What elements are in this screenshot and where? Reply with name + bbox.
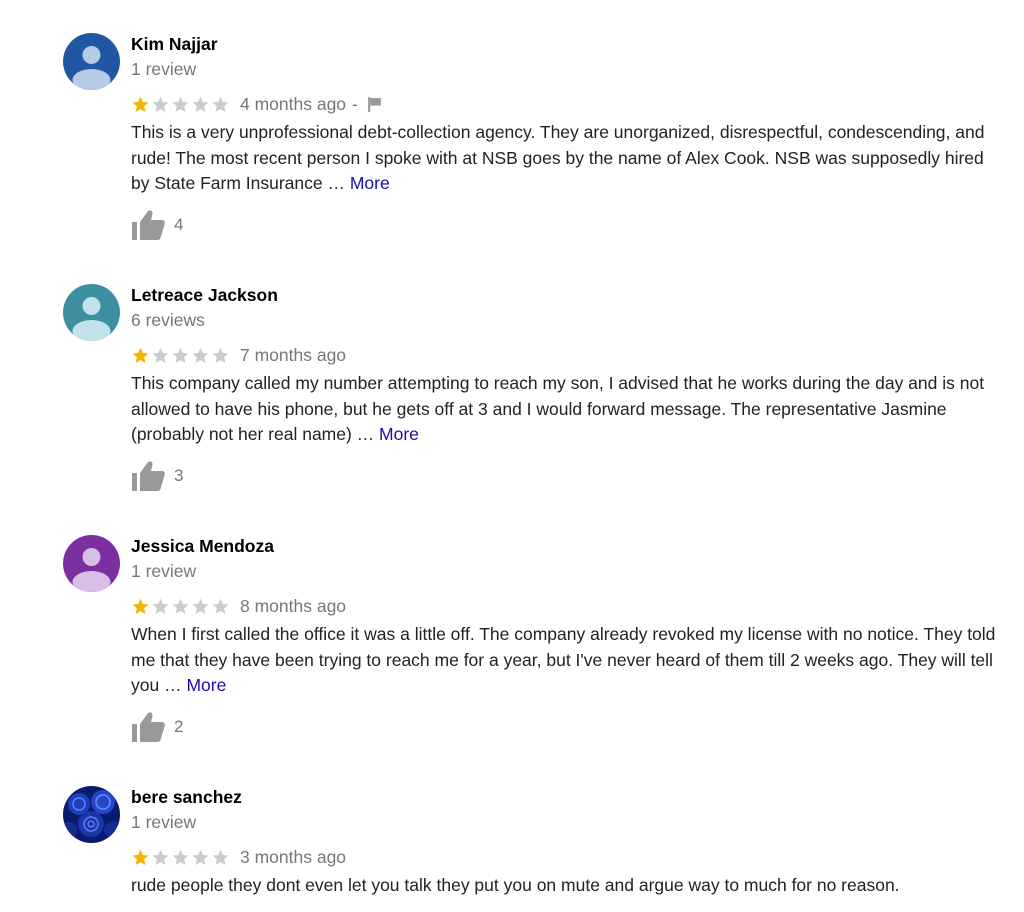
- review-meta: 4 months ago -: [131, 93, 383, 115]
- review-date: 7 months ago: [240, 344, 347, 365]
- reviewer-avatar[interactable]: [63, 33, 120, 90]
- reviewer-name[interactable]: Letreace Jackson: [131, 285, 278, 306]
- person-icon: [63, 535, 120, 592]
- reviewer-name[interactable]: bere sanchez: [131, 787, 242, 808]
- star-rating: [131, 848, 231, 867]
- review-text: This company called my number attempting…: [131, 371, 1001, 448]
- star-rating: [131, 597, 231, 616]
- review-body: This is a very unprofessional debt-colle…: [131, 122, 985, 193]
- review-text: rude people they dont even let you talk …: [131, 873, 1001, 899]
- like-control: 2: [131, 710, 183, 744]
- review-meta: 8 months ago: [131, 595, 346, 617]
- review-meta: 3 months ago: [131, 846, 346, 868]
- review-text: When I first called the office it was a …: [131, 622, 1001, 699]
- star-rating: [131, 346, 231, 365]
- thumbs-up-icon[interactable]: [131, 711, 165, 743]
- star-empty-icon: [192, 96, 209, 112]
- reviewer-avatar[interactable]: [63, 284, 120, 341]
- reviewer-review-count[interactable]: 6 reviews: [131, 310, 205, 331]
- star-empty-icon: [212, 598, 229, 614]
- more-link[interactable]: More: [350, 173, 390, 193]
- like-count: 4: [174, 215, 184, 234]
- review-body: rude people they dont even let you talk …: [131, 875, 900, 895]
- review-body: This company called my number attempting…: [131, 373, 985, 444]
- star-empty-icon: [152, 849, 169, 865]
- blue-roses-photo: [63, 786, 120, 843]
- star-filled-icon: [132, 598, 149, 614]
- star-empty-icon: [192, 347, 209, 363]
- like-count: 3: [174, 466, 184, 485]
- flag-icon[interactable]: [366, 96, 383, 113]
- like-control: 4: [131, 208, 183, 242]
- reviewer-review-count[interactable]: 1 review: [131, 561, 196, 582]
- like-control: 3: [131, 459, 183, 493]
- star-empty-icon: [152, 96, 169, 112]
- star-empty-icon: [152, 347, 169, 363]
- star-empty-icon: [212, 96, 229, 112]
- thumbs-up-icon[interactable]: [131, 209, 165, 241]
- thumbs-up-icon[interactable]: [131, 460, 165, 492]
- star-empty-icon: [172, 849, 189, 865]
- star-empty-icon: [192, 598, 209, 614]
- reviewer-name[interactable]: Jessica Mendoza: [131, 536, 274, 557]
- reviewer-review-count[interactable]: 1 review: [131, 812, 196, 833]
- more-link[interactable]: More: [186, 675, 226, 695]
- star-empty-icon: [152, 598, 169, 614]
- star-filled-icon: [132, 347, 149, 363]
- star-empty-icon: [172, 598, 189, 614]
- review-meta: 7 months ago: [131, 344, 346, 366]
- star-empty-icon: [192, 849, 209, 865]
- reviewer-avatar[interactable]: [63, 535, 120, 592]
- reviewer-avatar[interactable]: [63, 786, 120, 843]
- star-empty-icon: [172, 96, 189, 112]
- star-filled-icon: [132, 96, 149, 112]
- person-icon: [63, 33, 120, 90]
- review-body: When I first called the office it was a …: [131, 624, 996, 695]
- review-text: This is a very unprofessional debt-colle…: [131, 120, 1001, 197]
- person-icon: [63, 284, 120, 341]
- review-date: 3 months ago: [240, 846, 347, 867]
- meta-separator: -: [352, 93, 358, 114]
- star-empty-icon: [172, 347, 189, 363]
- star-filled-icon: [132, 849, 149, 865]
- more-link[interactable]: More: [379, 424, 419, 444]
- review-date: 4 months ago: [240, 93, 347, 114]
- reviewer-name[interactable]: Kim Najjar: [131, 34, 218, 55]
- star-rating: [131, 95, 231, 114]
- star-empty-icon: [212, 347, 229, 363]
- star-empty-icon: [212, 849, 229, 865]
- reviewer-review-count[interactable]: 1 review: [131, 59, 196, 80]
- like-count: 2: [174, 717, 184, 736]
- review-date: 8 months ago: [240, 595, 347, 616]
